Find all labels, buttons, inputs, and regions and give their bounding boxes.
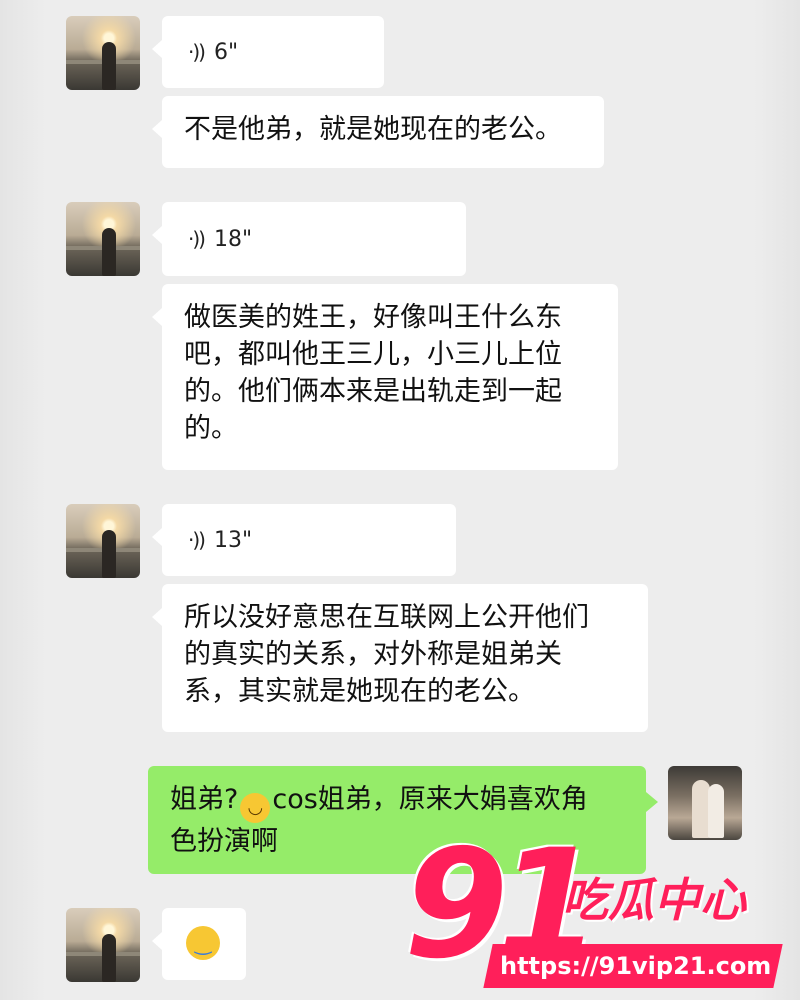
voice-message-bubble[interactable]: ·)) 18" bbox=[152, 202, 466, 276]
watermark-title: 吃瓜中心 bbox=[562, 873, 746, 927]
left-edge-shade bbox=[0, 0, 46, 1000]
message-line: 系，其实就是她现在的老公。 bbox=[184, 676, 535, 707]
contact-avatar[interactable] bbox=[66, 202, 140, 276]
message-line: 的。他们俩本来是出轨走到一起 bbox=[184, 376, 562, 407]
message-line: 吧，都叫他王三儿，小三儿上位 bbox=[184, 339, 562, 370]
voice-message-bubble[interactable]: ·)) 13" bbox=[152, 504, 456, 576]
contact-avatar[interactable] bbox=[66, 504, 140, 578]
voice-duration: 13" bbox=[213, 527, 253, 553]
message-line: 做医美的姓王，好像叫王什么东 bbox=[184, 302, 562, 333]
watermark-url: https://91vip21.com bbox=[500, 952, 772, 980]
avatar-figure bbox=[102, 934, 116, 982]
voice-wave-icon: ·)) bbox=[188, 39, 206, 64]
avatar-figure bbox=[102, 42, 116, 90]
grin-emoji-icon: ◡ bbox=[240, 793, 271, 823]
voice-wave-icon: ·)) bbox=[188, 527, 206, 552]
message-text-part: 姐弟? bbox=[170, 784, 239, 815]
voice-message-bubble[interactable]: ·)) 6" bbox=[152, 16, 384, 88]
voice-wave-icon: ·)) bbox=[188, 226, 206, 251]
message-line: 的真实的关系，对外称是姐弟关 bbox=[184, 639, 562, 670]
contact-avatar[interactable] bbox=[66, 16, 140, 90]
emoji-message-bubble[interactable]: ‿ bbox=[152, 908, 246, 980]
message-line: 的。 bbox=[184, 413, 238, 444]
text-message-bubble[interactable]: 所以没好意思在互联网上公开他们 的真实的关系，对外称是姐弟关 系，其实就是她现在… bbox=[152, 584, 648, 732]
message-text: 不是他弟，就是她现在的老公。 bbox=[184, 114, 562, 145]
crying-laughing-emoji-icon: ‿ bbox=[186, 926, 220, 960]
message-line: 姐弟? ◡ cos姐弟，原来大娟喜欢角 bbox=[170, 781, 624, 823]
message-text-part: cos姐弟，原来大娟喜欢角 bbox=[272, 784, 588, 815]
voice-duration: 18" bbox=[213, 226, 253, 252]
avatar-figure bbox=[102, 228, 116, 276]
voice-duration: 6" bbox=[213, 39, 239, 65]
my-avatar[interactable] bbox=[668, 766, 742, 840]
message-line: 所以没好意思在互联网上公开他们 bbox=[184, 602, 589, 633]
text-message-bubble[interactable]: 做医美的姓王，好像叫王什么东 吧，都叫他王三儿，小三儿上位 的。他们俩本来是出轨… bbox=[152, 284, 618, 470]
text-message-bubble[interactable]: 不是他弟，就是她现在的老公。 bbox=[152, 96, 604, 168]
avatar-person bbox=[708, 784, 724, 838]
contact-avatar[interactable] bbox=[66, 908, 140, 982]
right-edge-shade bbox=[754, 0, 800, 1000]
avatar-figure bbox=[102, 530, 116, 578]
